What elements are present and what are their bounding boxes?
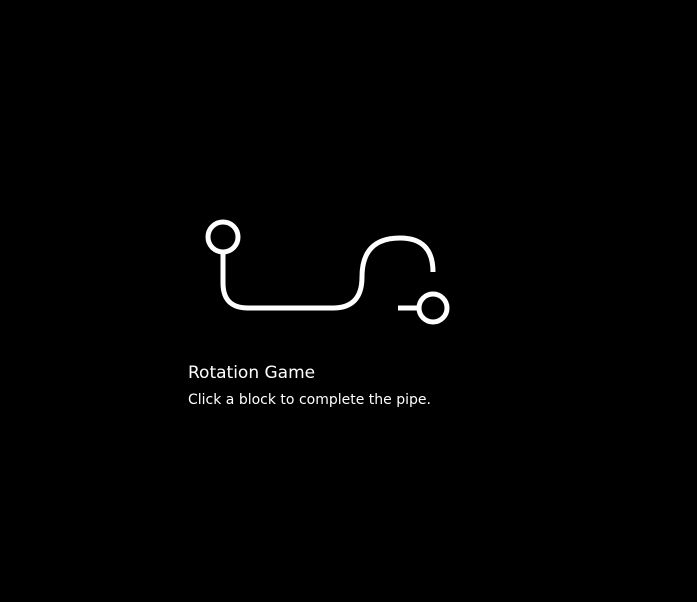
pipe-tile-1-hitbox[interactable] <box>205 252 260 322</box>
pipe-tile-2[interactable] <box>258 290 340 325</box>
game-stage: Rotation Game Click a block to complete … <box>0 0 697 602</box>
pipe-board <box>190 205 470 335</box>
start-endpoint <box>205 219 241 255</box>
game-title: Rotation Game <box>188 363 316 383</box>
pipe-tile-1[interactable] <box>205 252 260 322</box>
pipe-board-svg <box>205 219 450 325</box>
start-endpoint-icon <box>205 219 241 255</box>
game-instructions: Click a block to complete the pipe. <box>188 392 431 408</box>
